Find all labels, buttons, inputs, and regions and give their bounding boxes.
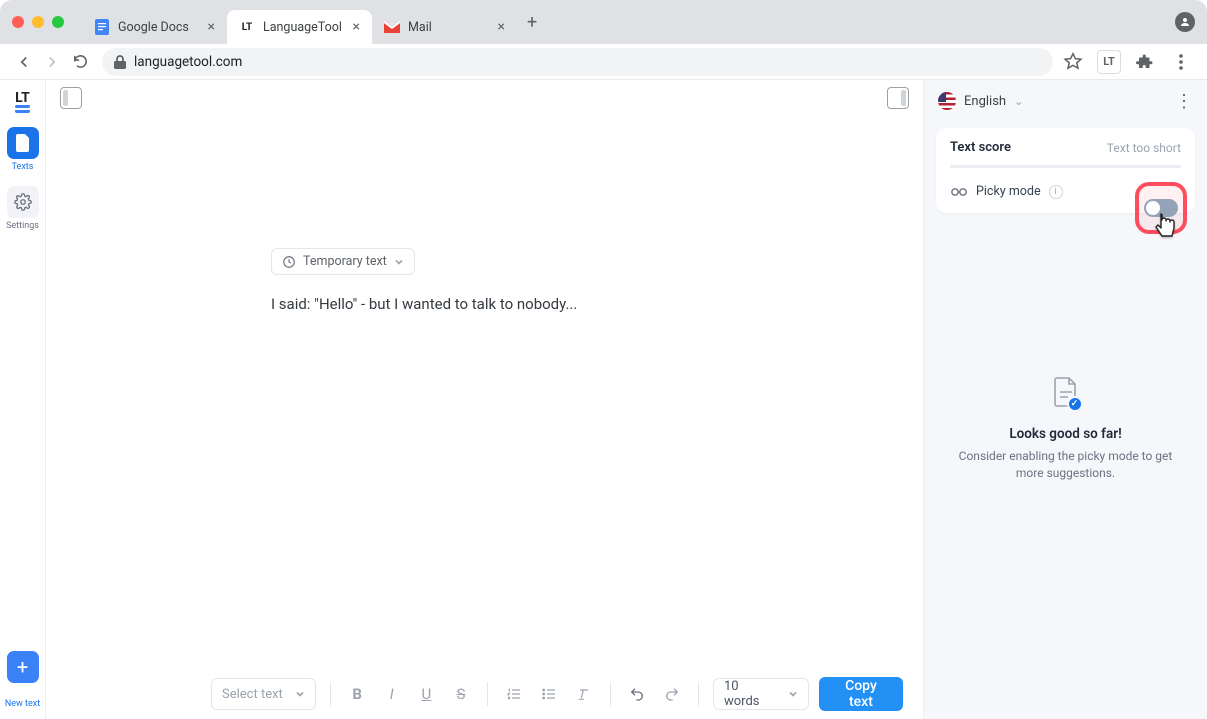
new-text-label: New text (5, 699, 40, 709)
chevron-down-icon: ⌄ (1014, 95, 1023, 108)
close-tab-icon[interactable]: × (353, 19, 360, 35)
address-bar[interactable]: languagetool.com (102, 48, 1053, 76)
gmail-favicon-icon (384, 19, 400, 35)
clear-format-button[interactable] (571, 680, 596, 708)
score-progress-bar (950, 165, 1181, 168)
chevron-down-icon (295, 689, 305, 699)
strikethrough-button[interactable]: S (449, 680, 474, 708)
profile-icon[interactable] (1175, 12, 1195, 32)
select-label: Select text (222, 687, 283, 702)
word-count-select[interactable]: 10 words (713, 678, 809, 710)
reload-button[interactable] (66, 48, 94, 76)
app-root: LT Texts Settings + New text Temporary t… (0, 80, 1207, 719)
divider (610, 682, 611, 706)
editor-content[interactable]: I said: "Hello" - but I wanted to talk t… (271, 295, 577, 313)
divider (698, 682, 699, 706)
browser-menu-icon[interactable] (1169, 50, 1193, 74)
right-panel-toggle[interactable] (887, 87, 909, 109)
info-icon[interactable]: i (1049, 185, 1063, 199)
new-tab-button[interactable]: + (517, 12, 547, 33)
language-label: English (964, 94, 1006, 109)
score-title: Text score (950, 140, 1011, 155)
picky-mode-label: Picky mode (976, 184, 1041, 199)
window-controls (12, 16, 64, 28)
word-count-label: 10 words (724, 679, 774, 709)
language-selector[interactable]: English ⌄ ⋮ (924, 80, 1207, 122)
forward-button[interactable] (38, 48, 66, 76)
lock-icon (114, 55, 126, 69)
browser-tab-bar: Google Docs × LT LanguageTool × Mail × + (0, 0, 1207, 44)
panel-menu-icon[interactable]: ⋮ (1175, 91, 1193, 112)
tab-label: LanguageTool (263, 20, 342, 35)
redo-button[interactable] (660, 680, 685, 708)
copy-text-button[interactable]: Copy text (819, 677, 903, 711)
app-logo[interactable]: LT (15, 90, 30, 113)
back-button[interactable] (10, 48, 38, 76)
tab-mail[interactable]: Mail × (372, 10, 517, 44)
unordered-list-button[interactable] (537, 680, 562, 708)
empty-state-title: Looks good so far! (1009, 426, 1121, 442)
minimize-window-button[interactable] (32, 16, 44, 28)
document-check-icon: ✓ (1053, 376, 1079, 408)
score-status: Text too short (1107, 141, 1181, 155)
empty-state-subtitle: Consider enabling the picky mode to get … (948, 448, 1183, 483)
undo-button[interactable] (625, 680, 650, 708)
close-tab-icon[interactable]: × (498, 19, 505, 35)
sidebar-item-label: Texts (12, 162, 34, 172)
bookmark-star-icon[interactable] (1061, 50, 1085, 74)
chevron-down-icon (394, 257, 404, 267)
tab-strip: Google Docs × LT LanguageTool × Mail × + (82, 0, 547, 44)
chevron-down-icon (788, 689, 798, 699)
close-window-button[interactable] (12, 16, 24, 28)
bottom-toolbar: Select text B I U S 10 words Copy text (46, 669, 923, 719)
text-score-card: Text score Text too short Picky mode i (936, 128, 1195, 213)
glasses-icon (950, 186, 968, 198)
picky-mode-toggle-highlight (1135, 182, 1187, 234)
gear-icon (7, 186, 39, 218)
tab-label: Mail (408, 20, 432, 35)
maximize-window-button[interactable] (52, 16, 64, 28)
tab-label: Google Docs (118, 20, 189, 35)
ordered-list-button[interactable] (502, 680, 527, 708)
url-actions: LT (1061, 50, 1197, 74)
new-text-button[interactable]: + (7, 651, 39, 683)
underline-button[interactable]: U (414, 680, 439, 708)
divider (330, 682, 331, 706)
document-title: Temporary text (303, 254, 387, 269)
left-rail: LT Texts Settings + New text (0, 80, 46, 719)
close-tab-icon[interactable]: × (208, 19, 215, 35)
languagetool-favicon-icon: LT (239, 19, 255, 35)
us-flag-icon (938, 92, 956, 110)
sidebar-item-texts[interactable]: Texts (7, 127, 39, 172)
right-panel: English ⌄ ⋮ Text score Text too short Pi… (923, 80, 1207, 719)
url-text: languagetool.com (134, 54, 242, 70)
google-docs-favicon-icon (94, 19, 110, 35)
cursor-pointer-icon (1153, 212, 1179, 242)
tab-google-docs[interactable]: Google Docs × (82, 10, 227, 44)
url-bar: languagetool.com LT (0, 44, 1207, 80)
text-style-select[interactable]: Select text (211, 678, 316, 710)
editor-area: Temporary text I said: "Hello" - but I w… (46, 80, 923, 719)
sidebar-item-settings[interactable]: Settings (6, 186, 39, 231)
divider (487, 682, 488, 706)
clock-icon (282, 255, 296, 269)
italic-button[interactable]: I (379, 680, 404, 708)
lt-extension-icon[interactable]: LT (1097, 50, 1121, 74)
extensions-icon[interactable] (1133, 50, 1157, 74)
document-title-chip[interactable]: Temporary text (271, 248, 415, 275)
tab-languagetool[interactable]: LT LanguageTool × (227, 10, 372, 44)
bold-button[interactable]: B (345, 680, 370, 708)
document-icon (7, 127, 39, 159)
left-panel-toggle[interactable] (60, 87, 82, 109)
editor-header (46, 80, 923, 116)
sidebar-item-label: Settings (6, 221, 39, 231)
